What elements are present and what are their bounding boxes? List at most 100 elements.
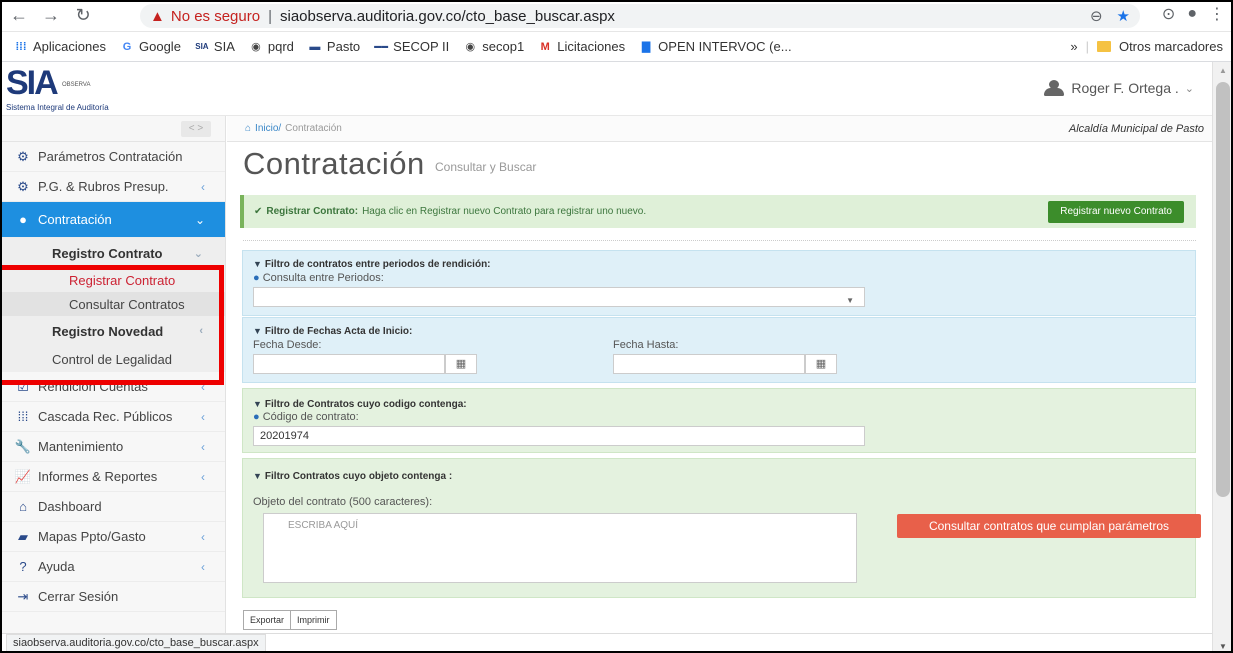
sidebar-item-label: P.G. & Rubros Presup. <box>38 179 169 194</box>
sidebar-item-cerrar-sesion[interactable]: ⇥ Cerrar Sesión <box>0 582 225 612</box>
sidebar-toggle-button[interactable]: < > <box>181 121 211 137</box>
security-warning-label[interactable]: No es seguro <box>171 8 260 25</box>
register-alert: ✔ Registrar Contrato: Haga clic en Regis… <box>240 195 1196 228</box>
bookmark-star-icon[interactable]: ★ <box>1117 7 1130 25</box>
periodos-select[interactable]: ▼ <box>253 287 865 307</box>
user-menu[interactable]: Roger F. Ortega . ⌄ <box>1043 80 1194 96</box>
calendar-icon[interactable]: ▦ <box>445 354 477 374</box>
info-icon: ● <box>253 411 260 423</box>
sidebar-item-pg-rubros[interactable]: ⚙ P.G. & Rubros Presup. ‹ <box>0 172 225 202</box>
sidebar-item-cascada[interactable]: ⁞⁞⁞ Cascada Rec. Públicos ‹ <box>0 402 225 432</box>
calendar-icon[interactable]: ▦ <box>805 354 837 374</box>
imprimir-button[interactable]: Imprimir <box>290 610 337 630</box>
forward-icon[interactable]: → <box>38 3 64 29</box>
bookmark-open-intervoc[interactable]: ▇ OPEN INTERVOC (e... <box>639 39 792 54</box>
register-new-contract-button[interactable]: Registrar nuevo Contrato <box>1048 201 1184 223</box>
sidebar-item-mapas[interactable]: ▰ Mapas Ppto/Gasto ‹ <box>0 522 225 552</box>
sidebar-item-label: Informes & Reportes <box>38 469 158 484</box>
filter-icon: ▼ <box>253 471 262 481</box>
filter-heading: ▼ Filtro Contratos cuyo objeto contenga : <box>253 471 453 482</box>
bookmark-sia[interactable]: SIA SIA <box>195 39 235 54</box>
reload-icon[interactable]: ↻ <box>70 3 96 29</box>
objeto-contrato-textarea[interactable]: ESCRIBA AQUÍ <box>263 513 857 583</box>
sidebar-item-label: Parámetros Contratación <box>38 149 183 164</box>
map-icon: ▰ <box>18 528 28 544</box>
scrollbar-thumb[interactable] <box>1216 82 1230 497</box>
breadcrumb-home[interactable]: Inicio/ <box>255 123 281 134</box>
question-icon: ? <box>19 559 27 574</box>
sidebar-item-label: Mantenimiento <box>38 439 124 454</box>
alert-text: Haga clic en Registrar nuevo Contrato pa… <box>362 206 647 217</box>
submenu-registro-contrato[interactable]: Registro Contrato ⌄ <box>0 238 225 268</box>
extension-icon[interactable]: ⊙ <box>1162 4 1175 24</box>
menu-icon[interactable]: ⋮ <box>1209 4 1225 24</box>
chevron-left-icon: ‹ <box>201 469 205 484</box>
logo-badge: OBSERVA <box>62 82 91 88</box>
fecha-hasta-input[interactable] <box>613 354 805 374</box>
bookmark-apps[interactable]: ⁞⁞⁞ Aplicaciones <box>14 39 107 54</box>
chevron-left-icon: ‹ <box>201 409 205 424</box>
filter-heading: ▼ Filtro de contratos entre periodos de r… <box>253 259 491 270</box>
wrench-icon: 🔧 <box>14 438 32 454</box>
grid-icon: ⁞⁞⁞ <box>17 409 29 424</box>
sidebar-item-mantenimiento[interactable]: 🔧 Mantenimiento ‹ <box>0 432 225 462</box>
status-url: siaobserva.auditoria.gov.co/cto_base_bus… <box>6 634 266 652</box>
url-text[interactable]: siaobserva.auditoria.gov.co/cto_base_bus… <box>280 8 615 25</box>
sidebar-item-label: Dashboard <box>38 499 102 514</box>
address-bar[interactable]: ▲ No es seguro | siaobserva.auditoria.go… <box>140 4 1140 28</box>
filter-icon: ▼ <box>253 259 262 269</box>
scroll-up-icon[interactable]: ▲ <box>1219 66 1227 75</box>
filter-heading: ▼ Filtro de Fechas Acta de Inicio: <box>253 326 413 337</box>
filter-fechas-panel: ▼ Filtro de Fechas Acta de Inicio: Fecha … <box>242 317 1196 383</box>
breadcrumb: ⌂ Inicio/ Contratación Alcaldía Municipa… <box>227 116 1212 142</box>
fecha-desde-input[interactable] <box>253 354 445 374</box>
consultar-contratos-button[interactable]: Consultar contratos que cumplan parámetr… <box>897 514 1201 538</box>
back-icon[interactable]: ← <box>6 3 32 29</box>
scroll-down-icon[interactable]: ▼ <box>1219 642 1227 651</box>
bookmark-licitaciones[interactable]: M Licitaciones <box>538 39 626 54</box>
filter-periodos-panel: ▼ Filtro de contratos entre periodos de r… <box>242 250 1196 316</box>
bookmark-label: Pasto <box>326 39 361 54</box>
caret-down-icon: ▼ <box>846 296 854 305</box>
codigo-contrato-input[interactable]: 20201974 <box>253 426 865 446</box>
home-icon: ⌂ <box>19 499 27 514</box>
page-subtitle: Consultar y Buscar <box>435 160 537 174</box>
exportar-button[interactable]: Exportar <box>243 610 292 630</box>
check-circle-icon: ✔ <box>254 206 263 217</box>
home-icon[interactable]: ⌂ <box>245 123 251 134</box>
highlight-annotation-box <box>0 265 224 385</box>
bookmark-label: pqrd <box>267 39 294 54</box>
separator: | <box>268 7 272 25</box>
browser-toolbar: ← → ↻ ▲ No es seguro | siaobserva.audito… <box>0 0 1233 32</box>
sidebar-item-ayuda[interactable]: ? Ayuda ‹ <box>0 552 225 582</box>
bookmark-google[interactable]: G Google <box>120 39 181 54</box>
entity-name: Alcaldía Municipal de Pasto <box>1068 122 1204 135</box>
bookmark-pasto[interactable]: ▬ Pasto <box>308 39 360 54</box>
profile-icon[interactable]: ● <box>1187 5 1197 23</box>
chevron-left-icon: ‹ <box>201 559 205 574</box>
other-bookmarks[interactable]: Otros marcadores <box>1119 39 1223 54</box>
sidebar-item-dashboard[interactable]: ⌂ Dashboard <box>0 492 225 522</box>
globe-icon: ◉ <box>465 40 476 53</box>
sidebar-item-informes[interactable]: 📈 Informes & Reportes ‹ <box>0 462 225 492</box>
bookmarks-overflow[interactable]: » <box>1070 39 1077 54</box>
user-icon <box>1043 80 1065 96</box>
browser-status-bar: siaobserva.auditoria.gov.co/cto_base_bus… <box>0 633 1212 653</box>
filter-label: Objeto del contrato (500 caracteres): <box>253 496 433 508</box>
fecha-desde-label: Fecha Desde: <box>253 339 322 351</box>
zoom-icon[interactable]: ⊖ <box>1090 7 1103 25</box>
address-bar-actions: ⊖ ★ <box>1090 7 1130 25</box>
sidebar-item-parametros[interactable]: ⚙ Parámetros Contratación <box>0 142 225 172</box>
bookmark-pqrd[interactable]: ◉ pqrd <box>249 39 294 54</box>
alert-title: Registrar Contrato: <box>266 206 359 217</box>
pasto-icon: ▬ <box>309 40 321 53</box>
logo-text: SIA <box>6 64 59 102</box>
bookmark-secop2[interactable]: ▬▬ SECOP II <box>374 39 449 54</box>
chevron-down-icon: ⌄ <box>194 212 205 227</box>
sia-logo[interactable]: SIA OBSERVA Sistema Integral de Auditorí… <box>6 64 216 114</box>
logout-icon: ⇥ <box>17 588 29 604</box>
bookmark-secop1[interactable]: ◉ secop1 <box>463 39 524 54</box>
page-scrollbar[interactable]: ▲ ▼ <box>1212 62 1233 653</box>
sidebar-item-contratacion[interactable]: ● Contratación ⌄ <box>0 202 225 238</box>
filter-label: ● Código de contrato: <box>253 411 359 423</box>
